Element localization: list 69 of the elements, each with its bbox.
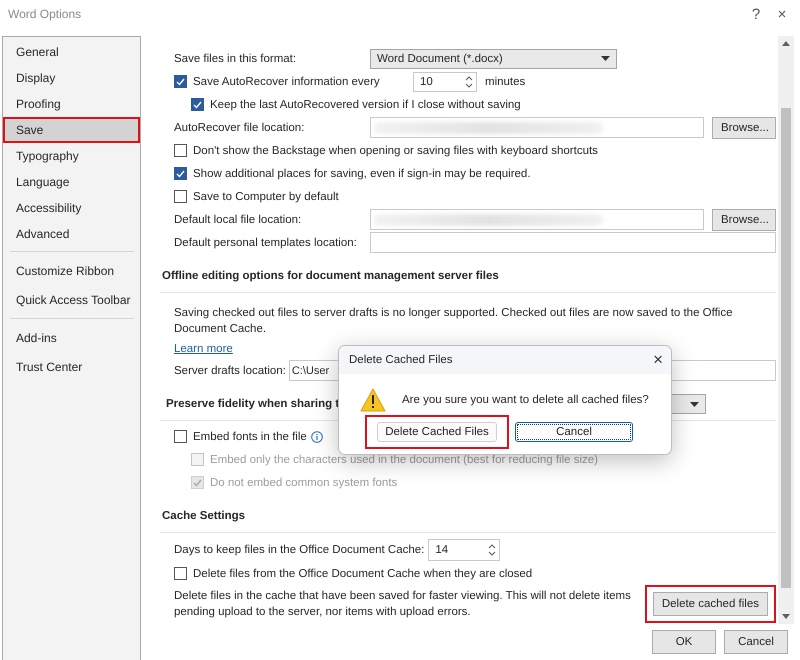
dropdown-arrow-icon xyxy=(601,56,610,61)
sidebar-item[interactable]: Typography xyxy=(3,143,140,169)
checkbox[interactable] xyxy=(174,430,187,443)
path-field[interactable] xyxy=(370,209,704,230)
scroll-up-icon[interactable] xyxy=(782,41,790,46)
checkbox-label: Embed only the characters used in the document (best for reducing file size) xyxy=(210,454,598,466)
help-button[interactable]: ? xyxy=(746,6,766,22)
checkbox[interactable] xyxy=(174,190,187,203)
dialog-button[interactable]: Cancel xyxy=(515,422,633,442)
browse-button[interactable]: Browse... xyxy=(712,208,776,230)
sidebar-item[interactable]: Add-ins xyxy=(3,323,140,352)
checkbox-label: Delete files from the Office Document Cache when they are closed xyxy=(193,568,532,580)
sidebar-item[interactable]: Trust Center xyxy=(3,352,140,381)
scrollbar[interactable] xyxy=(778,36,794,624)
info-text: Saving checked out files to server drafts is no longer supported. Checked out files are now saved to the Office Document Cache. xyxy=(173,306,734,337)
spinner-arrows-icon[interactable] xyxy=(488,542,496,556)
field-label: AutoRecover file location: xyxy=(174,122,306,134)
spinner-arrows-icon[interactable] xyxy=(465,74,473,88)
checkbox-label: Embed fonts in the file xyxy=(193,430,307,442)
checkbox-label: Don't show the Backstage when opening or saving files with keyboard shortcuts xyxy=(193,144,598,156)
format-dropdown[interactable]: Word Document (*.docx) xyxy=(370,48,617,68)
unit-label: minutes xyxy=(485,76,526,88)
checkbox[interactable] xyxy=(174,144,187,157)
checkbox-label: Show additional places for saving, even if sign-in may be required. xyxy=(193,168,531,180)
sidebar-item[interactable]: Language xyxy=(3,169,140,195)
sidebar-item[interactable]: Proofing xyxy=(3,91,140,117)
scroll-down-icon[interactable] xyxy=(782,614,790,619)
checkbox[interactable] xyxy=(191,98,204,111)
checkbox[interactable] xyxy=(174,75,187,88)
path-field[interactable] xyxy=(370,117,704,138)
checkbox-label: Do not embed common system fonts xyxy=(210,476,398,488)
close-button[interactable]: × xyxy=(653,350,663,370)
delete-cached-files-button[interactable]: Delete cached files xyxy=(652,592,768,616)
section-heading: Offline editing options for document management server files xyxy=(162,270,499,282)
dialog-title: Delete Cached Files xyxy=(349,354,454,366)
sidebar-item[interactable]: Advanced xyxy=(3,221,140,247)
dialog-message: Are you sure you want to delete all cached files? xyxy=(402,394,649,406)
sidebar-item[interactable]: General xyxy=(3,39,140,65)
checkbox-label: Save AutoRecover information every xyxy=(193,76,381,88)
field-label: Days to keep files in the Office Document Cache: xyxy=(174,544,424,556)
learn-more-link[interactable]: Learn more xyxy=(174,343,233,355)
sidebar-item[interactable]: Save xyxy=(3,117,140,143)
scrollbar-thumb[interactable] xyxy=(781,108,791,588)
sidebar-item[interactable]: Customize Ribbon xyxy=(3,256,140,285)
path-field[interactable] xyxy=(370,232,776,253)
window-title: Word Options xyxy=(8,7,82,21)
browse-button[interactable]: Browse... xyxy=(712,116,776,138)
warning-icon xyxy=(360,388,386,412)
dialog-button[interactable]: Cancel xyxy=(724,630,788,654)
checkbox[interactable] xyxy=(174,167,187,180)
close-button[interactable]: × xyxy=(772,6,792,22)
sidebar-item[interactable]: Display xyxy=(3,65,140,91)
dropdown-arrow-icon xyxy=(690,402,699,406)
field-label: Server drafts location: xyxy=(174,364,286,376)
days-spin-field[interactable]: 14 xyxy=(428,538,500,560)
dialog-button[interactable]: OK xyxy=(652,630,716,654)
section-heading: Cache Settings xyxy=(162,510,246,522)
info-text: Delete files in the cache that have been saved for faster viewing. This will not delete items pending upload to the server, nor items with upload errors. xyxy=(174,589,632,620)
checkbox-label: Keep the last AutoRecovered version if I close without saving xyxy=(210,98,521,110)
minutes-spin-field[interactable]: 10 xyxy=(413,72,477,92)
sidebar-item[interactable]: Accessibility xyxy=(3,195,140,221)
checkbox-label: Save to Computer by default xyxy=(193,190,339,202)
dialog-button[interactable]: Delete Cached Files xyxy=(377,422,497,442)
field-label: Save files in this format: xyxy=(174,52,298,64)
field-label: Default local file location: xyxy=(174,214,302,226)
field-label: Default personal templates location: xyxy=(174,236,358,248)
info-icon[interactable] xyxy=(310,430,323,442)
sidebar-item[interactable]: Quick Access Toolbar xyxy=(3,285,140,314)
checkbox[interactable] xyxy=(174,567,187,580)
